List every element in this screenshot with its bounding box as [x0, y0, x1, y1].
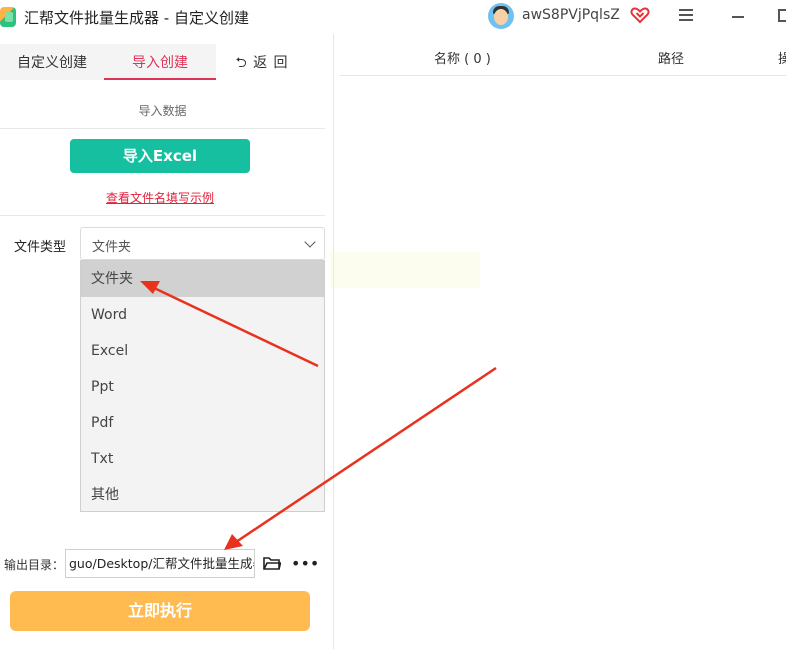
file-type-dropdown: 文件夹 Word Excel Ppt Pdf Txt 其他: [80, 260, 325, 512]
column-path: 路径: [658, 52, 685, 67]
option-txt[interactable]: Txt: [81, 441, 324, 477]
left-panel: 自定义创建 导入创建 ⮌ 返 回 导入数据 导入Excel 查看文件名填写示例 …: [0, 34, 334, 649]
username[interactable]: awS8PVjPqlsZ: [522, 7, 620, 23]
divider: [0, 215, 325, 216]
option-ppt[interactable]: Ppt: [81, 369, 324, 405]
avatar[interactable]: [488, 3, 514, 29]
output-dir-input[interactable]: guo/Desktop/汇帮文件批量生成器: [65, 549, 255, 578]
tab-custom-create[interactable]: 自定义创建: [0, 44, 104, 80]
import-excel-button[interactable]: 导入Excel: [70, 139, 250, 173]
more-icon[interactable]: •••: [291, 554, 319, 573]
option-word[interactable]: Word: [81, 297, 324, 333]
file-table-header: 名称 ( 0 ) 路径 操: [340, 40, 786, 76]
chevron-down-icon: [304, 236, 316, 248]
watermark: [330, 252, 480, 288]
column-operation: 操: [778, 52, 786, 67]
example-link[interactable]: 查看文件名填写示例: [0, 189, 320, 206]
minimize-icon[interactable]: [732, 16, 744, 18]
window-title: 汇帮文件批量生成器 - 自定义创建: [24, 9, 249, 27]
divider: [0, 128, 325, 129]
column-name: 名称 ( 0 ): [434, 52, 491, 67]
file-type-select[interactable]: 文件夹: [80, 227, 325, 260]
vip-heart-icon[interactable]: [630, 5, 650, 25]
menu-icon[interactable]: [679, 9, 693, 23]
option-other[interactable]: 其他: [81, 477, 324, 513]
folder-icon[interactable]: [263, 555, 281, 571]
file-type-label: 文件类型: [14, 240, 67, 255]
output-dir-label: 输出目录：: [4, 558, 65, 572]
option-folder[interactable]: 文件夹: [81, 261, 324, 297]
run-now-button[interactable]: 立即执行: [10, 591, 310, 631]
avatar-face: [494, 9, 508, 25]
tab-bar: 自定义创建 导入创建 ⮌ 返 回: [0, 44, 325, 80]
back-button[interactable]: ⮌ 返 回: [222, 44, 302, 80]
option-excel[interactable]: Excel: [81, 333, 324, 369]
option-pdf[interactable]: Pdf: [81, 405, 324, 441]
maximize-icon[interactable]: [778, 9, 786, 22]
title-bar: 汇帮文件批量生成器 - 自定义创建 awS8PVjPqlsZ: [0, 0, 786, 34]
file-type-value: 文件夹: [92, 240, 132, 255]
import-data-label: 导入数据: [138, 104, 187, 118]
app-logo-icon: [0, 7, 16, 27]
tab-import-create[interactable]: 导入创建: [104, 44, 216, 80]
